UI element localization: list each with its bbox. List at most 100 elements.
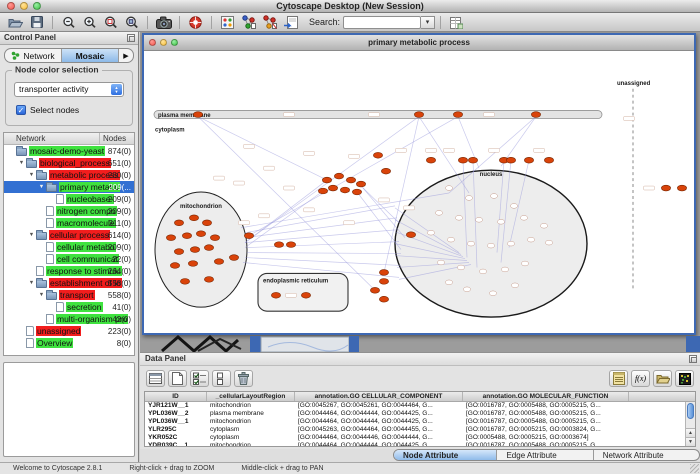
zoom-button[interactable] [171, 39, 178, 46]
network-node[interactable] [506, 157, 515, 163]
network-node[interactable] [352, 189, 361, 195]
expand-arrow-icon[interactable]: ▼ [37, 292, 46, 298]
tree-row[interactable]: ▼cellular process614(0) [4, 229, 134, 241]
network-view-window[interactable]: primary metabolic process plasma membran… [142, 33, 696, 335]
network-node[interactable] [540, 223, 547, 228]
select-attributes-icon[interactable] [190, 370, 209, 387]
delete-attribute-icon[interactable] [234, 370, 253, 387]
vizmapper-icon[interactable] [217, 14, 238, 31]
minimize-button[interactable] [160, 39, 167, 46]
network-node[interactable] [229, 255, 238, 261]
network-node[interactable] [531, 112, 540, 118]
network-node[interactable] [489, 291, 496, 296]
tab-mosaic[interactable]: Mosaic [62, 49, 119, 62]
network-node[interactable] [507, 241, 514, 246]
attribute-editor-icon[interactable] [609, 370, 628, 387]
tree-row[interactable]: secretion41(0) [4, 301, 134, 313]
table-row[interactable]: YKR052Ccytoplasm[GO:0044464, GO:0044446,… [145, 434, 685, 442]
network-node[interactable] [286, 242, 295, 248]
network-edge[interactable] [247, 242, 399, 248]
network-node[interactable] [356, 181, 365, 187]
search-input[interactable] [343, 16, 421, 29]
scrollbar-thumb[interactable] [687, 403, 694, 419]
network-node[interactable] [414, 112, 423, 118]
network-node[interactable] [271, 292, 280, 298]
create-view-icon[interactable] [238, 14, 259, 31]
tree-row[interactable]: unassigned223(0) [4, 325, 134, 337]
zoom-in-icon[interactable] [79, 14, 100, 31]
network-node[interactable] [545, 240, 552, 245]
network-node[interactable] [346, 177, 355, 183]
network-node[interactable] [204, 277, 213, 283]
tree-row[interactable]: response to stimulu264(0) [4, 265, 134, 277]
save-session-icon[interactable] [26, 14, 47, 31]
float-panel-icon[interactable] [689, 355, 697, 363]
network-node[interactable] [490, 194, 497, 199]
network-node[interactable] [196, 231, 205, 237]
import-network-icon[interactable] [280, 14, 301, 31]
network-edge[interactable] [198, 117, 327, 181]
network-node[interactable] [318, 188, 327, 194]
network-node[interactable] [445, 186, 452, 191]
tab-node-attribute-browser[interactable]: Node Attribute Browser [394, 450, 497, 460]
network-node[interactable] [520, 215, 527, 220]
network-node[interactable] [214, 259, 223, 265]
tree-row[interactable]: mosaic-demo-yeast874(0) [4, 145, 134, 157]
network-node[interactable] [426, 157, 435, 163]
attribute-table-icon[interactable] [146, 370, 165, 387]
column-header-cellular-component[interactable]: annotation.GO CELLULAR_COMPONENT [295, 392, 463, 401]
network-node[interactable] [190, 247, 199, 253]
network-edge[interactable] [363, 188, 405, 238]
close-button[interactable] [7, 2, 15, 10]
network-node[interactable] [379, 270, 388, 276]
network-node[interactable] [544, 157, 553, 163]
close-button[interactable] [149, 39, 156, 46]
zoom-out-icon[interactable] [58, 14, 79, 31]
network-node[interactable] [244, 233, 253, 239]
network-node[interactable] [521, 261, 528, 266]
network-node[interactable] [487, 243, 494, 248]
column-header-region[interactable]: _cellularLayoutRegion [207, 392, 295, 401]
network-node[interactable] [427, 230, 434, 235]
network-node[interactable] [501, 267, 508, 272]
network-node[interactable] [445, 280, 452, 285]
import-attributes-icon[interactable] [653, 370, 672, 387]
network-node[interactable] [370, 287, 379, 293]
tree-row[interactable]: cell communicat22(0) [4, 253, 134, 265]
unselect-attributes-icon[interactable] [212, 370, 231, 387]
network-node[interactable] [202, 220, 211, 226]
network-node[interactable] [406, 232, 415, 238]
table-row[interactable]: YPL036W__1mitochondrion[GO:0044464, GO:0… [145, 418, 685, 426]
zoom-selected-region-icon[interactable] [100, 14, 121, 31]
column-header-molecular-function[interactable]: annotation.GO MOLECULAR_FUNCTION [463, 392, 629, 401]
tree-row[interactable]: nucleobase-209(0) [4, 193, 134, 205]
table-scrollbar[interactable]: ▲ ▼ [685, 402, 695, 446]
network-node[interactable] [458, 157, 467, 163]
network-node[interactable] [475, 217, 482, 222]
network-node[interactable] [510, 204, 517, 209]
column-header-id[interactable]: ID [145, 392, 207, 401]
network-node[interactable] [455, 215, 462, 220]
tree-row[interactable]: ▼establishment of lo558(0) [4, 277, 134, 289]
scroll-down-icon[interactable]: ▼ [686, 437, 695, 446]
expand-arrow-icon[interactable]: ▼ [37, 184, 46, 190]
network-node[interactable] [437, 260, 444, 265]
network-node[interactable] [188, 261, 197, 267]
network-node[interactable] [301, 292, 310, 298]
zoom-button[interactable] [33, 2, 41, 10]
table-row[interactable]: YJR121W__1mitochondrion[GO:0045267, GO:0… [145, 402, 685, 410]
tab-network[interactable]: Network [5, 49, 62, 62]
network-node[interactable] [166, 235, 175, 241]
network-node[interactable] [447, 237, 454, 242]
column-nodes[interactable]: Nodes [100, 133, 134, 144]
expand-arrow-icon[interactable]: ▼ [17, 160, 26, 166]
network-node[interactable] [174, 249, 183, 255]
network-node[interactable] [468, 157, 477, 163]
network-node[interactable] [497, 219, 504, 224]
network-node[interactable] [182, 233, 191, 239]
network-node[interactable] [170, 263, 179, 269]
network-edge[interactable] [245, 206, 395, 233]
table-row[interactable]: YDR039C__1mitochondrion[GO:0044464, GO:0… [145, 442, 685, 446]
network-node[interactable] [479, 269, 486, 274]
open-session-icon[interactable] [5, 14, 26, 31]
